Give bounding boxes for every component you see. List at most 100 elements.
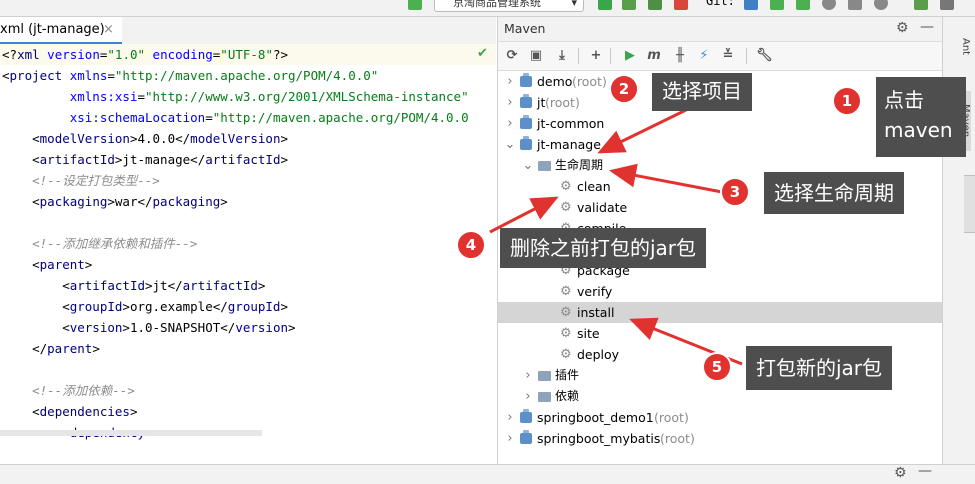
code-line: <project xmlns="http://maven.apache.org/… — [0, 65, 496, 86]
run-config-dropdown[interactable]: 京淘商品管理系统 ▾ — [434, 0, 584, 12]
code-token: dependencies — [39, 404, 130, 419]
tree-item-label: install — [577, 305, 615, 320]
history-icon[interactable] — [822, 0, 836, 10]
tree-item-module[interactable]: › springboot_mybatis (root) — [498, 428, 942, 449]
run-icon[interactable]: ▶ — [622, 48, 638, 64]
revert-icon[interactable] — [848, 0, 862, 10]
code-token: xml — [17, 47, 40, 62]
code-line: <groupId>org.example</groupId> — [0, 296, 496, 317]
code-token: >jt-manage</ — [114, 152, 206, 167]
tree-item-goal[interactable]: ⚙ site — [498, 323, 942, 344]
editor-tab-label: xml (jt-manage) — [0, 22, 105, 37]
search-icon[interactable] — [874, 0, 888, 10]
chevron-down-icon: ▾ — [571, 0, 577, 9]
chevron-down-icon[interactable]: ⌄ — [504, 134, 516, 155]
gear-icon[interactable]: ⚙ — [894, 465, 907, 481]
chevron-right-icon[interactable]: › — [504, 407, 516, 428]
side-tab-ant[interactable]: Ant — [947, 25, 971, 69]
code-token: >war</ — [107, 194, 153, 209]
code-editor[interactable]: <?xml version="1.0" encoding="UTF-8"?> <p… — [0, 44, 496, 464]
code-token: <!--设定打包类型--> — [2, 173, 160, 188]
maven-module-icon — [520, 136, 532, 150]
editor-tab-pom[interactable]: xml (jt-manage) × — [0, 17, 122, 44]
code-token: < — [2, 131, 40, 146]
generate-sources-icon[interactable]: ▣ — [528, 48, 544, 64]
code-token: >org.example</ — [122, 299, 228, 314]
tree-item-label: springboot_mybatis — [537, 431, 661, 446]
tree-item-suffix: (root) — [660, 431, 695, 446]
push-icon[interactable] — [796, 0, 810, 10]
chevron-right-icon[interactable]: › — [504, 428, 516, 449]
download-icon[interactable]: ⤓ — [554, 48, 570, 64]
gear-icon[interactable]: ⚙ — [896, 20, 909, 36]
code-token: > — [280, 152, 289, 167]
horizontal-scrollbar[interactable] — [0, 430, 262, 436]
code-token: >1.0-SNAPSHOT</ — [122, 320, 236, 335]
tree-item-label: 生命周期 — [555, 158, 604, 172]
callout-3-text: 选择生命周期 — [774, 181, 894, 205]
tree-item-label: clean — [577, 179, 611, 194]
folder-icon — [538, 371, 551, 381]
tree-item-label: site — [577, 326, 600, 341]
terminal-icon[interactable] — [940, 0, 954, 10]
callout-5-text: 打包新的jar包 — [756, 356, 883, 380]
code-token: "1.0" — [107, 47, 146, 62]
tree-item-label: jt-common — [537, 116, 605, 131]
close-icon[interactable]: × — [103, 17, 114, 42]
refresh-icon[interactable] — [598, 0, 612, 10]
chevron-right-icon[interactable]: › — [504, 71, 516, 92]
code-token: version — [39, 47, 100, 62]
tree-item-goal[interactable]: ⚙ install — [498, 302, 942, 323]
tree-item-module[interactable]: › springboot_demo1 (root) — [498, 407, 942, 428]
coverage-icon[interactable] — [648, 0, 662, 10]
stripe-scroll-marker — [964, 175, 975, 233]
stop-icon[interactable] — [674, 0, 688, 10]
code-token: < — [2, 299, 70, 314]
tree-item-label: 插件 — [555, 368, 580, 382]
code-token: ?> — [272, 47, 289, 62]
code-token: = — [137, 89, 145, 104]
code-token: artifactId — [205, 152, 281, 167]
minimize-icon[interactable]: — — [920, 19, 934, 35]
tree-item-goal[interactable]: ⚙ verify — [498, 281, 942, 302]
skip-tests-icon[interactable]: ⚡ — [696, 48, 712, 64]
callout-1: 点击 maven — [876, 77, 966, 157]
chevron-right-icon[interactable]: › — [504, 113, 516, 134]
minimize-icon[interactable]: — — [918, 463, 932, 479]
tree-item-label: validate — [577, 200, 628, 215]
code-line: <!--添加依赖--> — [0, 380, 496, 401]
code-token: < — [2, 68, 10, 83]
execute-goal-icon[interactable]: m — [646, 48, 662, 64]
reload-icon[interactable]: ⟳ — [504, 48, 520, 64]
chevron-down-icon[interactable]: ⌄ — [522, 155, 534, 176]
code-token: xmlns:xsi — [69, 89, 138, 104]
tree-item-suffix: (root) — [572, 74, 607, 89]
code-token: groupId — [69, 299, 123, 314]
code-token: < — [2, 257, 40, 272]
chevron-right-icon[interactable]: › — [522, 365, 534, 386]
add-icon[interactable]: + — [588, 48, 604, 64]
badge-3: 3 — [720, 177, 750, 207]
maven-module-icon — [520, 409, 532, 423]
gear-icon: ⚙ — [560, 347, 572, 362]
badge-1: 1 — [832, 86, 862, 116]
wrench-icon[interactable]: 🔧︎ — [756, 48, 773, 64]
show-dependencies-icon[interactable]: ≚ — [720, 48, 736, 64]
tree-item-label: demo — [537, 74, 573, 89]
debug-icon[interactable] — [622, 0, 636, 10]
code-line: <modelVersion>4.0.0</modelVersion> — [0, 128, 496, 149]
code-line: <parent> — [0, 254, 496, 275]
code-token: modelVersion — [39, 131, 130, 146]
update-icon[interactable] — [744, 0, 758, 10]
hammer-icon[interactable] — [408, 0, 422, 10]
code-token: > — [84, 257, 93, 272]
commit-icon[interactable] — [770, 0, 784, 10]
layout-icon[interactable] — [914, 0, 928, 10]
chevron-right-icon[interactable]: › — [504, 92, 516, 113]
toggle-offline-icon[interactable]: ╫ — [672, 48, 688, 64]
code-token: = — [107, 68, 115, 83]
chevron-right-icon[interactable]: › — [522, 386, 534, 407]
tree-item-label: deploy — [577, 347, 620, 362]
code-token: project — [9, 68, 63, 83]
